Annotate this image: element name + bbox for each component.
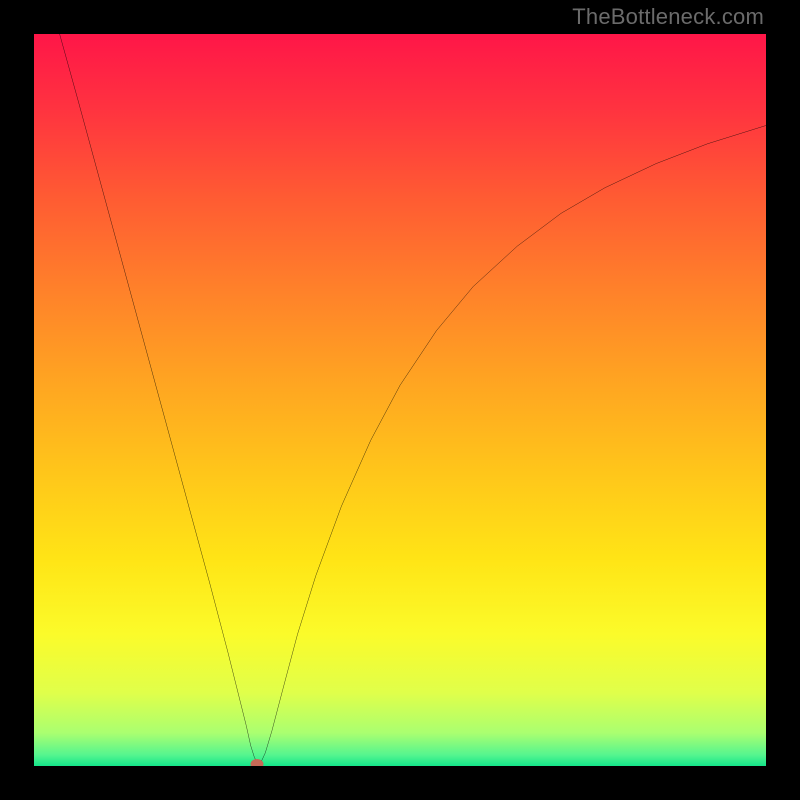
plot-area — [34, 34, 766, 766]
watermark-text: TheBottleneck.com — [572, 4, 764, 30]
minimum-marker — [251, 759, 264, 766]
bottleneck-curve — [34, 34, 766, 766]
